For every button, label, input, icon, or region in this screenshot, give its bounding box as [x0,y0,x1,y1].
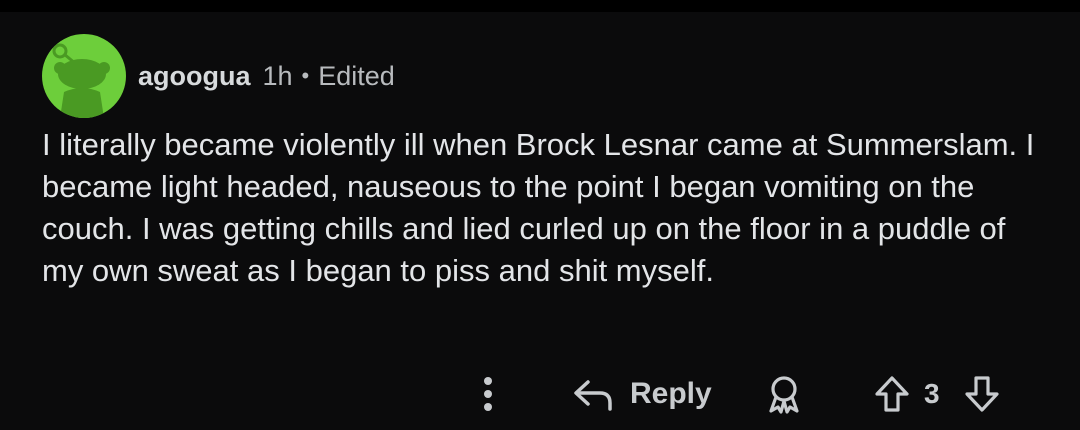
upvote-button[interactable] [872,372,912,416]
username[interactable]: agoogua [138,61,251,92]
separator-dot: • [301,63,310,88]
more-vertical-icon [484,377,492,411]
award-icon [769,376,799,414]
reply-arrow-icon [574,380,612,411]
avatar[interactable] [42,34,126,118]
downvote-button[interactable] [962,372,1002,416]
comment-meta: agoogua 1h • Edited [138,56,395,96]
downvote-arrow-icon [965,376,999,412]
reply-label: Reply [630,377,712,410]
reply-button[interactable]: Reply [572,372,712,416]
edited-label: Edited [318,60,395,91]
top-bar [0,0,1080,12]
comment-body: I literally became violently ill when Br… [42,127,1035,288]
vote-score: 3 [924,378,940,409]
award-button[interactable] [764,372,804,416]
snoo-avatar-icon [52,43,110,118]
upvote-arrow-icon [875,376,909,412]
timestamp: 1h [262,60,293,91]
comment-actions: Reply 3 [0,362,1080,422]
comment: agoogua 1h • Edited I literally became v… [0,12,1080,430]
more-options-button[interactable] [476,372,500,416]
